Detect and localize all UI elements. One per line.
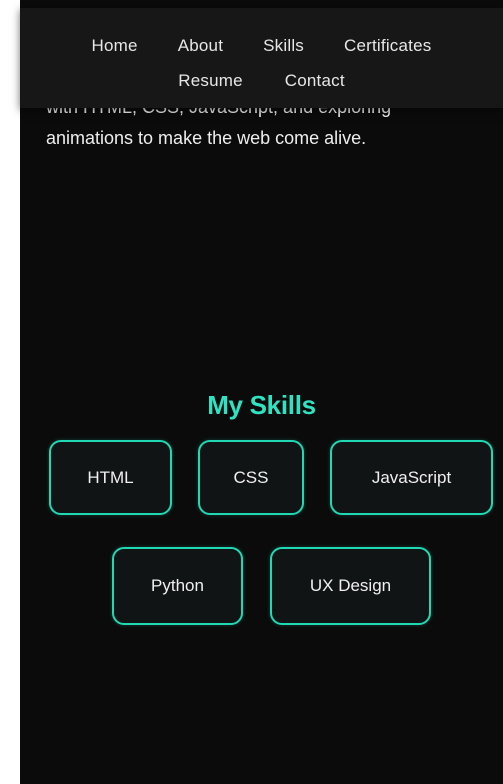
- skill-card-html[interactable]: HTML: [49, 440, 172, 515]
- nav-row-1: Home About Skills Certificates: [20, 36, 503, 56]
- nav-contact-link[interactable]: Contact: [285, 71, 345, 91]
- skill-card-javascript[interactable]: JavaScript: [330, 440, 493, 515]
- nav-about-link[interactable]: About: [178, 36, 223, 56]
- nav-row-2: Resume Contact: [20, 71, 503, 91]
- nav-home-link[interactable]: Home: [92, 36, 138, 56]
- skill-card-python[interactable]: Python: [112, 547, 243, 625]
- nav-skills-link[interactable]: Skills: [263, 36, 304, 56]
- top-navigation: Home About Skills Certificates Resume Co…: [20, 8, 503, 108]
- intro-line-2: animations to make the web come alive.: [46, 128, 367, 148]
- skill-card-ux-design[interactable]: UX Design: [270, 547, 431, 625]
- skills-section-title: My Skills: [207, 389, 316, 420]
- about-intro-text: with HTML, CSS, JavaScript, and explorin…: [46, 97, 486, 154]
- nav-resume-link[interactable]: Resume: [178, 71, 243, 91]
- nav-certificates-link[interactable]: Certificates: [344, 36, 431, 56]
- skill-card-css[interactable]: CSS: [198, 440, 304, 515]
- portfolio-page: Home About Skills Certificates Resume Co…: [20, 0, 503, 784]
- left-white-bar: [0, 0, 20, 784]
